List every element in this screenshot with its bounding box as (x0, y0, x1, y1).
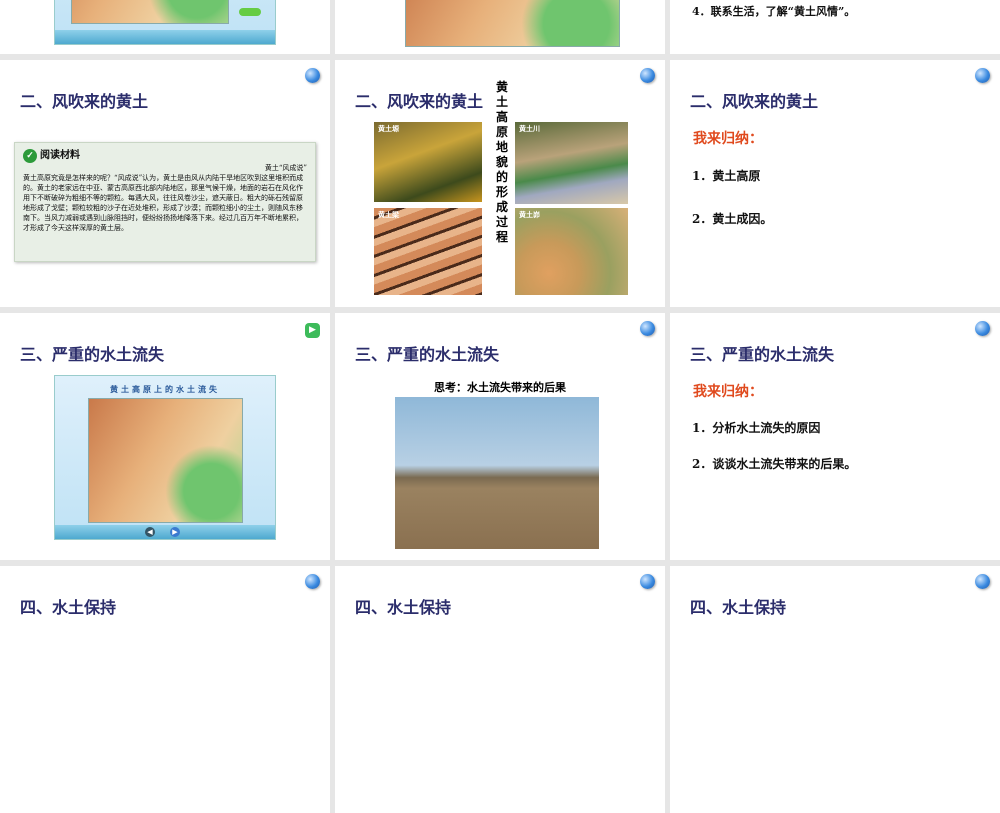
slide-thumbnail-5[interactable]: 二、风吹来的黄土 黄土塬 黄土川 黄土梁 黄土峁 黄土高原地貌的形成过程 (335, 60, 665, 307)
check-icon: ✓ (23, 149, 37, 163)
slide-title: 四、水土保持 (355, 598, 452, 617)
map-title: 黄土高原上的水土流失 (110, 385, 220, 394)
globe-icon[interactable] (975, 574, 990, 589)
globe-icon[interactable] (305, 574, 320, 589)
map-image (71, 0, 229, 24)
reading-title: 阅读材料 (40, 150, 80, 161)
summary-label: 我来归纳： (693, 384, 763, 400)
summary-item: 1．黄土高原 (692, 169, 761, 183)
map-image (88, 398, 243, 523)
globe-icon[interactable] (975, 321, 990, 336)
slide-thumbnail-2[interactable] (335, 0, 665, 54)
erosion-photo (395, 397, 599, 549)
slide-thumbnail-10[interactable]: 四、水土保持 (0, 566, 330, 813)
next-icon[interactable]: ▶ (170, 527, 180, 537)
slide-title: 三、严重的水土流失 (20, 345, 165, 364)
map-button[interactable] (239, 8, 261, 16)
prev-icon[interactable]: ◀ (145, 527, 155, 537)
think-caption: 思考：水土流失带来的后果 (434, 381, 566, 394)
photo-label: 黄土塬 (378, 124, 399, 133)
slide-title: 三、严重的水土流失 (355, 345, 500, 364)
globe-icon[interactable] (975, 68, 990, 83)
photo-label: 黄土峁 (519, 210, 540, 219)
map-toolbar (55, 525, 275, 539)
slide-thumbnail-7[interactable]: ▶ 三、严重的水土流失 黄土高原上的水土流失 ◀ ▶ (0, 313, 330, 560)
slide-title: 二、风吹来的黄土 (690, 92, 819, 111)
vertical-caption: 黄土高原地貌的形成过程 (495, 80, 508, 244)
slide-thumbnail-8[interactable]: 三、严重的水土流失 思考：水土流失带来的后果 (335, 313, 665, 560)
photo-label: 黄土川 (519, 124, 540, 133)
summary-label: 我来归纳： (693, 131, 763, 147)
slide-thumbnail-1[interactable] (0, 0, 330, 54)
summary-item: 2．谈谈水土流失带来的后果。 (692, 457, 857, 471)
reading-card: ✓ 阅读材料 黄土“风成说” 黄土高原究竟是怎样来的呢？“风成说”认为，黄土是由风… (14, 142, 316, 262)
slide-thumbnail-11[interactable]: 四、水土保持 (335, 566, 665, 813)
map-toolbar (55, 30, 275, 44)
slide-title: 三、严重的水土流失 (690, 345, 835, 364)
slide-title: 二、风吹来的黄土 (20, 92, 149, 111)
slide-title: 四、水土保持 (690, 598, 787, 617)
photo-liang: 黄土梁 (374, 208, 482, 295)
globe-icon[interactable] (640, 68, 655, 83)
globe-icon[interactable] (640, 321, 655, 336)
photo-label: 黄土梁 (378, 210, 399, 219)
map-window: 黄土高原上的水土流失 ◀ ▶ (54, 375, 276, 540)
slide-thumbnail-9[interactable]: 三、严重的水土流失 我来归纳： 1．分析水土流失的原因 2．谈谈水土流失带来的后… (670, 313, 1000, 560)
photo-chuan: 黄土川 (515, 122, 628, 204)
slide-title: 四、水土保持 (20, 598, 117, 617)
objective-item: 4．联系生活，了解“黄土风情”。 (692, 5, 856, 18)
summary-item: 1．分析水土流失的原因 (692, 421, 821, 435)
slide-title: 二、风吹来的黄土 (355, 92, 484, 111)
reading-heading: 黄土“风成说” (264, 164, 307, 172)
slide-thumbnail-6[interactable]: 二、风吹来的黄土 我来归纳： 1．黄土高原 2．黄土成因。 (670, 60, 1000, 307)
photo-mao: 黄土峁 (515, 208, 628, 295)
photo-yuan: 黄土塬 (374, 122, 482, 202)
slide-thumbnail-12[interactable]: 四、水土保持 (670, 566, 1000, 813)
globe-icon[interactable] (305, 68, 320, 83)
summary-item: 2．黄土成因。 (692, 212, 773, 226)
slide-thumbnail-4[interactable]: 二、风吹来的黄土 ✓ 阅读材料 黄土“风成说” 黄土高原究竟是怎样来的呢？“风成说… (0, 60, 330, 307)
slide-thumbnail-3[interactable]: 4．联系生活，了解“黄土风情”。 (670, 0, 1000, 54)
reading-text: 黄土高原究竟是怎样来的呢？“风成说”认为，黄土是由风从内陆干旱地区吹到这里堆积而… (23, 174, 304, 232)
media-icon[interactable]: ▶ (305, 323, 320, 338)
globe-icon[interactable] (640, 574, 655, 589)
map-window (54, 0, 276, 45)
map-image (405, 0, 620, 47)
